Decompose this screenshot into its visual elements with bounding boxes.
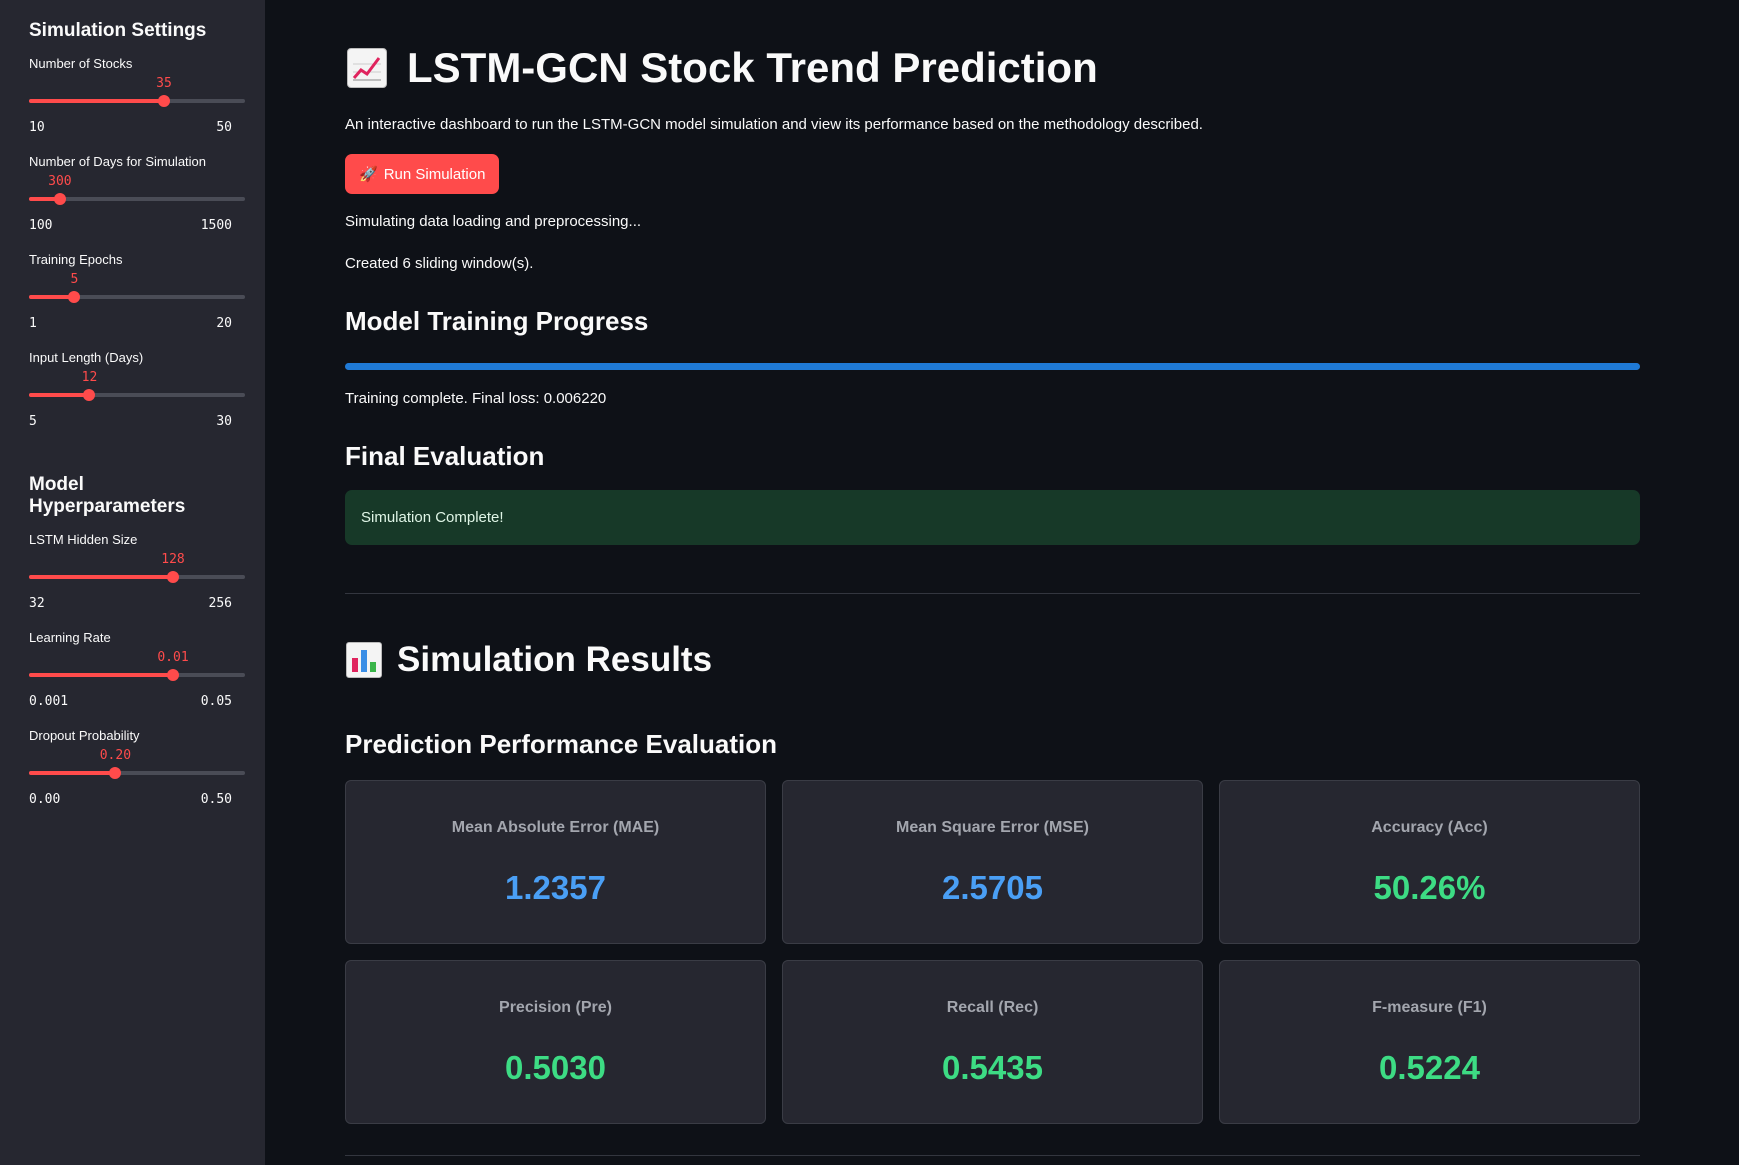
metric-value: 1.2357 [505, 869, 606, 906]
slider-track[interactable] [29, 95, 245, 107]
slider-fill [29, 575, 173, 579]
training-progress-fill [345, 363, 1640, 370]
page-subtitle: An interactive dashboard to run the LSTM… [345, 116, 1203, 133]
results-title-row: Simulation Results [345, 640, 712, 680]
model-hyperparameters-heading: Model Hyperparameters [29, 474, 186, 517]
metric-value: 0.5030 [505, 1049, 606, 1086]
slider-track[interactable] [29, 767, 245, 779]
slider-min: 0.00 [29, 792, 61, 807]
slider-thumb[interactable] [83, 389, 96, 401]
metric-card-precision: Precision (Pre) 0.5030 [345, 960, 766, 1124]
slider-track[interactable] [29, 571, 245, 583]
run-simulation-button[interactable]: 🚀 Run Simulation [345, 154, 500, 194]
slider-label: Number of Days for Simulation [29, 154, 207, 169]
metric-label: Mean Absolute Error (MAE) [451, 819, 660, 836]
slider-min: 100 [29, 218, 53, 233]
slider-thumb[interactable] [53, 193, 66, 205]
success-message: Simulation Complete! [361, 509, 504, 526]
divider [345, 1155, 1640, 1156]
simulation-settings-heading: Simulation Settings [29, 20, 207, 41]
slider-track[interactable] [29, 291, 245, 303]
rocket-icon: 🚀 [359, 166, 378, 183]
slider-track[interactable] [29, 669, 245, 681]
slider-min: 5 [29, 414, 37, 429]
slider-min: 0.001 [29, 694, 69, 709]
metric-value: 0.5224 [1379, 1049, 1480, 1086]
slider-value: 300 [48, 174, 72, 189]
slider-min: 32 [29, 596, 45, 611]
slider-learning-rate[interactable]: Learning Rate 0.01 0.001 0.05 [29, 630, 245, 728]
training-progress-heading: Model Training Progress [345, 306, 649, 336]
slider-max: 256 [208, 596, 232, 611]
training-loss-text: Training complete. Final loss: 0.006220 [345, 390, 607, 407]
slider-fill [29, 771, 116, 775]
metric-value: 2.5705 [942, 869, 1043, 906]
metric-value: 0.5435 [942, 1049, 1043, 1086]
slider-thumb[interactable] [167, 669, 179, 681]
metric-value: 50.26% [1373, 869, 1486, 906]
slider-max: 0.50 [200, 792, 232, 807]
divider [345, 593, 1640, 594]
slider-label: Number of Stocks [29, 56, 133, 71]
metric-label: Recall (Rec) [946, 999, 1039, 1016]
performance-heading: Prediction Performance Evaluation [345, 729, 778, 759]
page-title: LSTM-GCN Stock Trend Prediction [407, 44, 1098, 91]
slider-value: 0.01 [157, 650, 189, 665]
title-row: LSTM-GCN Stock Trend Prediction [345, 44, 1098, 92]
slider-max: 30 [216, 414, 232, 429]
metric-label: Precision (Pre) [499, 999, 612, 1016]
slider-label: LSTM Hidden Size [29, 532, 138, 547]
final-evaluation-heading: Final Evaluation [345, 441, 545, 471]
slider-thumb[interactable] [158, 95, 170, 107]
metric-card-recall: Recall (Rec) 0.5435 [782, 960, 1203, 1124]
slider-input-length[interactable]: Input Length (Days) 12 5 30 [29, 350, 245, 448]
metric-label: F-measure (F1) [1372, 999, 1487, 1016]
slider-label: Learning Rate [29, 630, 111, 645]
success-alert: Simulation Complete! [345, 490, 1640, 545]
status-windows-text: Created 6 sliding window(s). [345, 255, 534, 272]
slider-value: 128 [161, 552, 185, 567]
run-simulation-label: Run Simulation [383, 165, 486, 183]
slider-track[interactable] [29, 193, 245, 205]
results-title: Simulation Results [397, 640, 713, 679]
slider-thumb[interactable] [109, 767, 122, 779]
status-loading-text: Simulating data loading and preprocessin… [345, 213, 642, 230]
slider-value: 0.20 [99, 748, 132, 763]
slider-min: 1 [29, 316, 37, 331]
metric-card-mse: Mean Square Error (MSE) 2.5705 [782, 780, 1203, 944]
training-progress-bar [345, 363, 1640, 370]
slider-track[interactable] [29, 389, 245, 401]
chart-increasing-icon [345, 46, 389, 90]
slider-max: 0.05 [200, 694, 232, 709]
slider-lstm-hidden-size[interactable]: LSTM Hidden Size 128 32 256 [29, 532, 245, 630]
slider-max: 20 [216, 316, 232, 331]
slider-label: Input Length (Days) [29, 350, 144, 365]
metric-card-accuracy: Accuracy (Acc) 50.26% [1219, 780, 1640, 944]
metric-label: Accuracy (Acc) [1371, 819, 1488, 836]
slider-fill [29, 99, 164, 103]
slider-value: 35 [156, 76, 172, 91]
sidebar: Simulation Settings Number of Stocks 35 … [0, 0, 265, 1165]
slider-dropout-probability[interactable]: Dropout Probability 0.20 0.00 0.50 [29, 728, 245, 826]
slider-thumb[interactable] [68, 291, 81, 303]
slider-training-epochs[interactable]: Training Epochs 5 1 20 [29, 252, 245, 350]
slider-value: 5 [70, 272, 79, 287]
metric-card-mae: Mean Absolute Error (MAE) 1.2357 [345, 780, 766, 944]
slider-thumb[interactable] [167, 571, 179, 583]
slider-number-of-days[interactable]: Number of Days for Simulation 300 100 15… [29, 154, 245, 252]
slider-label: Training Epochs [29, 252, 123, 267]
slider-value: 12 [81, 370, 98, 385]
metric-label: Mean Square Error (MSE) [896, 819, 1089, 836]
metric-card-f1: F-measure (F1) 0.5224 [1219, 960, 1640, 1124]
slider-min: 10 [29, 120, 45, 135]
slider-fill [29, 673, 173, 677]
slider-fill [29, 393, 90, 397]
slider-label: Dropout Probability [29, 728, 140, 743]
slider-max: 50 [216, 120, 232, 135]
bar-chart-icon [345, 641, 383, 679]
slider-number-of-stocks[interactable]: Number of Stocks 35 10 50 [29, 56, 245, 154]
slider-max: 1500 [200, 218, 232, 233]
